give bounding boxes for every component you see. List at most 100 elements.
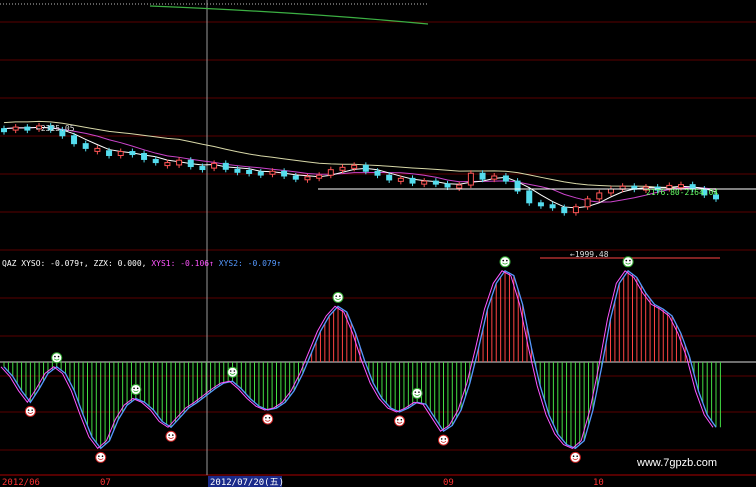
- legend-item: XYS1: -0.106↑: [151, 259, 218, 268]
- candle-body: [456, 184, 463, 189]
- candle-body: [82, 143, 89, 149]
- stock-chart[interactable]: ←2325.05 ←1999.48 2176.80-2164.04 QAZ XYSO…: [0, 0, 756, 487]
- candle-body: [596, 192, 603, 200]
- candle-body: [374, 170, 381, 176]
- buy-signal-icon: [622, 256, 634, 268]
- buy-signal-icon: [130, 383, 142, 395]
- signal-eye: [27, 409, 30, 411]
- candle-body: [444, 183, 451, 188]
- candle-body: [234, 168, 241, 173]
- candle-body: [199, 166, 206, 171]
- range-label: 2176.80-2164.04: [646, 188, 718, 197]
- signal-eye: [57, 355, 60, 358]
- candle-body: [502, 175, 509, 182]
- signal-eye: [400, 418, 403, 421]
- signal-eye: [54, 355, 56, 358]
- low-label: ←1999.48: [570, 250, 609, 259]
- candle-body: [281, 170, 288, 177]
- signal-eye: [31, 409, 33, 411]
- indicator-legend: QAZ XYSO: -0.079↑, ZZX: 0.000, XYS1: -0.…: [2, 259, 281, 268]
- signal-eye: [172, 434, 174, 436]
- candle-body: [327, 169, 334, 176]
- long-ma-line: [149, 5, 429, 25]
- signal-face: [95, 451, 107, 463]
- candle-body: [386, 174, 393, 181]
- candle-body: [269, 170, 276, 175]
- signal-eye: [506, 259, 508, 262]
- sell-signal-icon: [165, 430, 177, 442]
- candle-body: [339, 166, 346, 171]
- candle-body: [24, 126, 31, 131]
- signal-face: [332, 291, 344, 303]
- candle-body: [304, 176, 311, 181]
- signal-eye: [136, 387, 139, 390]
- legend-item: XYS2: -0.079↑: [219, 259, 282, 268]
- signal-eye: [229, 370, 232, 372]
- candle-body: [117, 151, 124, 156]
- signal-eye: [265, 417, 267, 419]
- candle-body: [467, 172, 474, 186]
- signal-face: [227, 366, 239, 378]
- candle-body: [176, 159, 183, 166]
- candle-body: [561, 207, 568, 214]
- candle-body: [246, 169, 253, 174]
- candle-body: [222, 162, 229, 170]
- signal-eye: [625, 259, 628, 262]
- candle-body: [129, 151, 136, 156]
- signal-face: [262, 413, 274, 425]
- candle-body: [491, 175, 498, 180]
- x-tick-label: 2012/07/20(五): [210, 478, 284, 487]
- candle-body: [572, 206, 579, 214]
- x-axis: 2012/06 07 2012/07/20(五) 09 10: [2, 476, 604, 487]
- signal-face: [394, 415, 406, 427]
- watermark: www.7gpzb.com: [636, 457, 717, 469]
- candle-body: [71, 135, 78, 145]
- candle-body: [526, 190, 533, 204]
- signal-eye: [98, 455, 100, 458]
- signal-eye: [629, 259, 631, 262]
- legend-text: QAZ XYSO: -0.079↑, ZZX: 0.000, XYS1: -0.…: [2, 259, 281, 268]
- signal-eye: [440, 438, 443, 440]
- sell-signal-icon: [24, 405, 36, 417]
- candle-body: [421, 180, 428, 185]
- signal-eye: [168, 434, 171, 436]
- candle-body: [141, 153, 148, 160]
- buy-signal-icon: [411, 387, 423, 399]
- signal-eye: [444, 438, 447, 440]
- signal-eye: [396, 418, 399, 421]
- candle-body: [584, 198, 591, 208]
- candle-body: [292, 175, 299, 180]
- candle-body: [187, 159, 194, 168]
- signal-eye: [233, 370, 236, 372]
- candle-body: [549, 204, 556, 209]
- x-tick-label: 07: [100, 478, 111, 487]
- signal-face: [411, 387, 423, 399]
- signal-eye: [418, 391, 420, 393]
- signal-eye: [101, 455, 104, 458]
- signal-face: [622, 256, 634, 268]
- candle-body: [432, 180, 439, 185]
- signal-face: [24, 405, 36, 417]
- sell-signal-icon: [262, 413, 274, 425]
- signal-eye: [133, 387, 135, 390]
- signal-eye: [502, 259, 505, 262]
- x-tick-label: 2012/06: [2, 478, 40, 487]
- candle-body: [152, 158, 159, 164]
- signal-eye: [414, 391, 417, 393]
- candle-body: [479, 172, 486, 180]
- signal-face: [130, 383, 142, 395]
- candle-body: [257, 171, 264, 176]
- sell-signal-icon: [95, 451, 107, 463]
- signal-eye: [339, 295, 341, 297]
- signal-face: [569, 451, 581, 463]
- high-label: ←2325.05: [36, 124, 75, 133]
- buy-signal-icon: [332, 291, 344, 303]
- candle-body: [607, 188, 614, 194]
- signal-eye: [268, 417, 271, 419]
- signal-face: [438, 434, 450, 446]
- indicator-panel: [0, 256, 721, 463]
- signal-eye: [572, 455, 575, 458]
- signal-eye: [335, 295, 338, 297]
- signal-face: [51, 352, 63, 364]
- candle-body: [537, 202, 544, 207]
